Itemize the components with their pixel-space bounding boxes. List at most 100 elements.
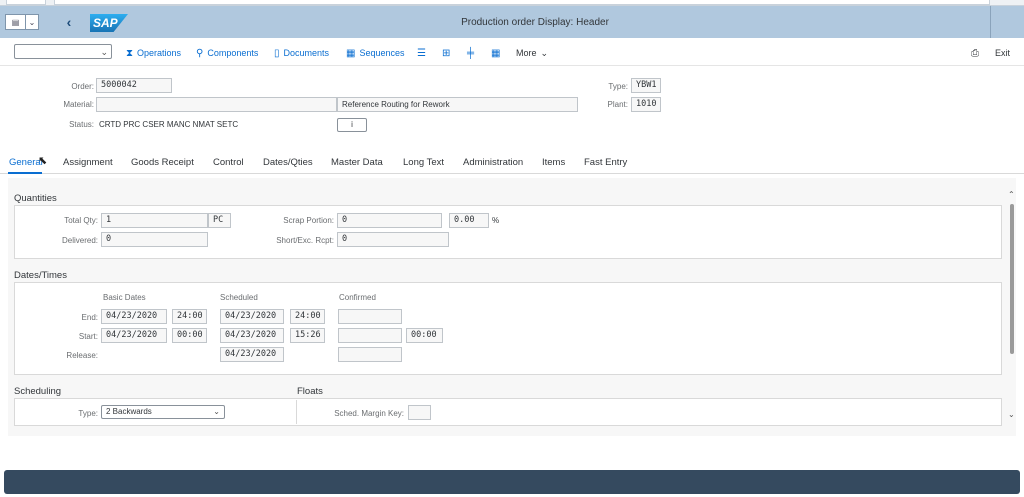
release-scheduled-date-field[interactable]: 04/23/2020 (220, 347, 284, 362)
operations-icon: ⧗ (126, 47, 134, 59)
chevron-down-icon: ⌄ (213, 407, 220, 416)
exit-label: Exit (995, 48, 1011, 58)
start-scheduled-time-field[interactable]: 15:26 (290, 328, 325, 343)
sequences-button[interactable]: ▦ Sequences (346, 46, 405, 60)
toolbar: ⌄ ⧗ Operations ⚲ Components ▯ Documents … (0, 38, 1024, 66)
mouse-cursor-icon: ⬉ (38, 155, 48, 167)
hierarchy-button[interactable]: ⊞ (442, 46, 450, 60)
more-button[interactable]: More ⌄ (516, 46, 548, 60)
start-confirmed-field[interactable] (338, 328, 402, 343)
confirmed-header: Confirmed (339, 293, 376, 302)
sap-logo: SAP (90, 14, 128, 32)
margin-key-field[interactable] (408, 405, 431, 420)
material-label: Material: (63, 100, 94, 109)
tab-master-data[interactable]: Master Data (331, 157, 383, 168)
info-icon: i (351, 120, 353, 129)
end-scheduled-time-field[interactable]: 24:00 (290, 309, 325, 324)
page-title: Production order Display: Header (461, 17, 609, 28)
tab-long-text[interactable]: Long Text (403, 157, 444, 168)
active-tab-indicator (8, 172, 42, 174)
table-icon: ▦ (491, 47, 501, 59)
tab-dates-qties[interactable]: Dates/Qties (263, 157, 313, 168)
back-button[interactable]: ‹ (60, 13, 78, 31)
order-field[interactable]: 5000042 (96, 78, 172, 93)
order-label: Order: (71, 82, 94, 91)
type-label: Type: (608, 82, 628, 91)
menu-icon: ▤ (6, 15, 26, 29)
network-button[interactable]: ╪ (467, 46, 474, 60)
total-qty-field[interactable]: 1 (101, 213, 208, 228)
end-basic-time-field[interactable]: 24:00 (172, 309, 207, 324)
sequences-label: Sequences (359, 48, 405, 58)
floats-title: Floats (297, 386, 323, 397)
plant-field[interactable]: 1010 (631, 97, 661, 112)
start-basic-date-field[interactable]: 04/23/2020 (101, 328, 167, 343)
release-confirmed-field[interactable] (338, 347, 402, 362)
table-button[interactable]: ▦ (491, 46, 500, 60)
tab-goods-receipt[interactable]: Goods Receipt (131, 157, 194, 168)
end-label: End: (81, 313, 98, 322)
start-confirmed-time-field[interactable]: 00:00 (406, 328, 443, 343)
documents-icon: ▯ (274, 47, 280, 59)
scrap-percent-field[interactable]: 0.00 (449, 213, 489, 228)
chevron-down-icon: ⌄ (28, 17, 36, 27)
chevron-down-icon: ⌄ (540, 47, 549, 58)
basic-dates-header: Basic Dates (103, 293, 146, 302)
start-scheduled-date-field[interactable]: 04/23/2020 (220, 328, 284, 343)
documents-label: Documents (283, 48, 330, 58)
tab-items[interactable]: Items (542, 157, 565, 168)
scheduled-header: Scheduled (220, 293, 258, 302)
start-basic-time-field[interactable]: 00:00 (172, 328, 207, 343)
scrap-portion-label: Scrap Portion: (283, 216, 334, 225)
unit-field[interactable]: PC (208, 213, 231, 228)
end-scheduled-date-field[interactable]: 04/23/2020 (220, 309, 284, 324)
network-icon: ╪ (467, 47, 475, 59)
scheduling-type-label: Type: (78, 409, 98, 418)
release-label: Release: (66, 351, 98, 360)
operations-button[interactable]: ⧗ Operations (126, 46, 181, 60)
tab-control[interactable]: Control (213, 157, 244, 168)
short-exc-label: Short/Exc. Rcpt: (276, 236, 334, 245)
shell-bar: ▤ ⌄ ‹ SAP Production order Display: Head… (0, 6, 1024, 38)
status-info-button[interactable]: i (337, 118, 367, 132)
exit-button[interactable]: Exit (995, 46, 1010, 60)
tab-fast-entry[interactable]: Fast Entry (584, 157, 627, 168)
plant-label: Plant: (607, 100, 628, 109)
short-exc-field[interactable]: 0 (337, 232, 449, 247)
start-label: Start: (78, 332, 98, 341)
status-label: Status: (69, 120, 94, 129)
browser-tab[interactable] (6, 0, 46, 5)
material-description-field[interactable]: Reference Routing for Rework (337, 97, 578, 112)
scheduling-floats-divider (296, 400, 297, 424)
scrap-portion-field[interactable]: 0 (337, 213, 442, 228)
browser-address-area[interactable] (54, 0, 990, 5)
components-icon: ⚲ (196, 47, 204, 59)
chevron-down-icon: ⌄ (100, 47, 108, 57)
tab-assignment[interactable]: Assignment (63, 157, 113, 168)
components-button[interactable]: ⚲ Components (196, 46, 258, 60)
scheduling-type-select[interactable]: 2 Backwards ⌄ (101, 405, 225, 419)
dates-times-title: Dates/Times (14, 270, 67, 281)
toolbar-dropdown[interactable]: ⌄ (14, 44, 112, 59)
shell-menu-button[interactable]: ▤ ⌄ (5, 14, 39, 30)
shell-divider (990, 6, 991, 38)
operations-label: Operations (137, 48, 182, 58)
end-confirmed-field[interactable] (338, 309, 402, 324)
material-field[interactable] (96, 97, 337, 112)
tab-administration[interactable]: Administration (463, 157, 523, 168)
status-value: CRTD PRC CSER MANC NMAT SETC (99, 120, 239, 129)
margin-key-label: Sched. Margin Key: (334, 409, 404, 418)
delivered-label: Delivered: (61, 236, 98, 245)
type-field[interactable]: YBW1 (631, 78, 661, 93)
scroll-down-icon[interactable]: ⌄ (1008, 410, 1015, 419)
scroll-up-icon[interactable]: ⌃ (1008, 190, 1015, 199)
footer-bar (4, 470, 1020, 494)
scheduling-type-value: 2 Backwards (106, 407, 152, 416)
scrollbar-thumb[interactable] (1010, 204, 1014, 354)
list-view-button[interactable]: ☰ (417, 46, 426, 60)
end-basic-date-field[interactable]: 04/23/2020 (101, 309, 167, 324)
print-icon: ⎙ (971, 47, 979, 59)
print-button[interactable]: ⎙ (971, 46, 979, 60)
delivered-field[interactable]: 0 (101, 232, 208, 247)
documents-button[interactable]: ▯ Documents (274, 46, 329, 60)
